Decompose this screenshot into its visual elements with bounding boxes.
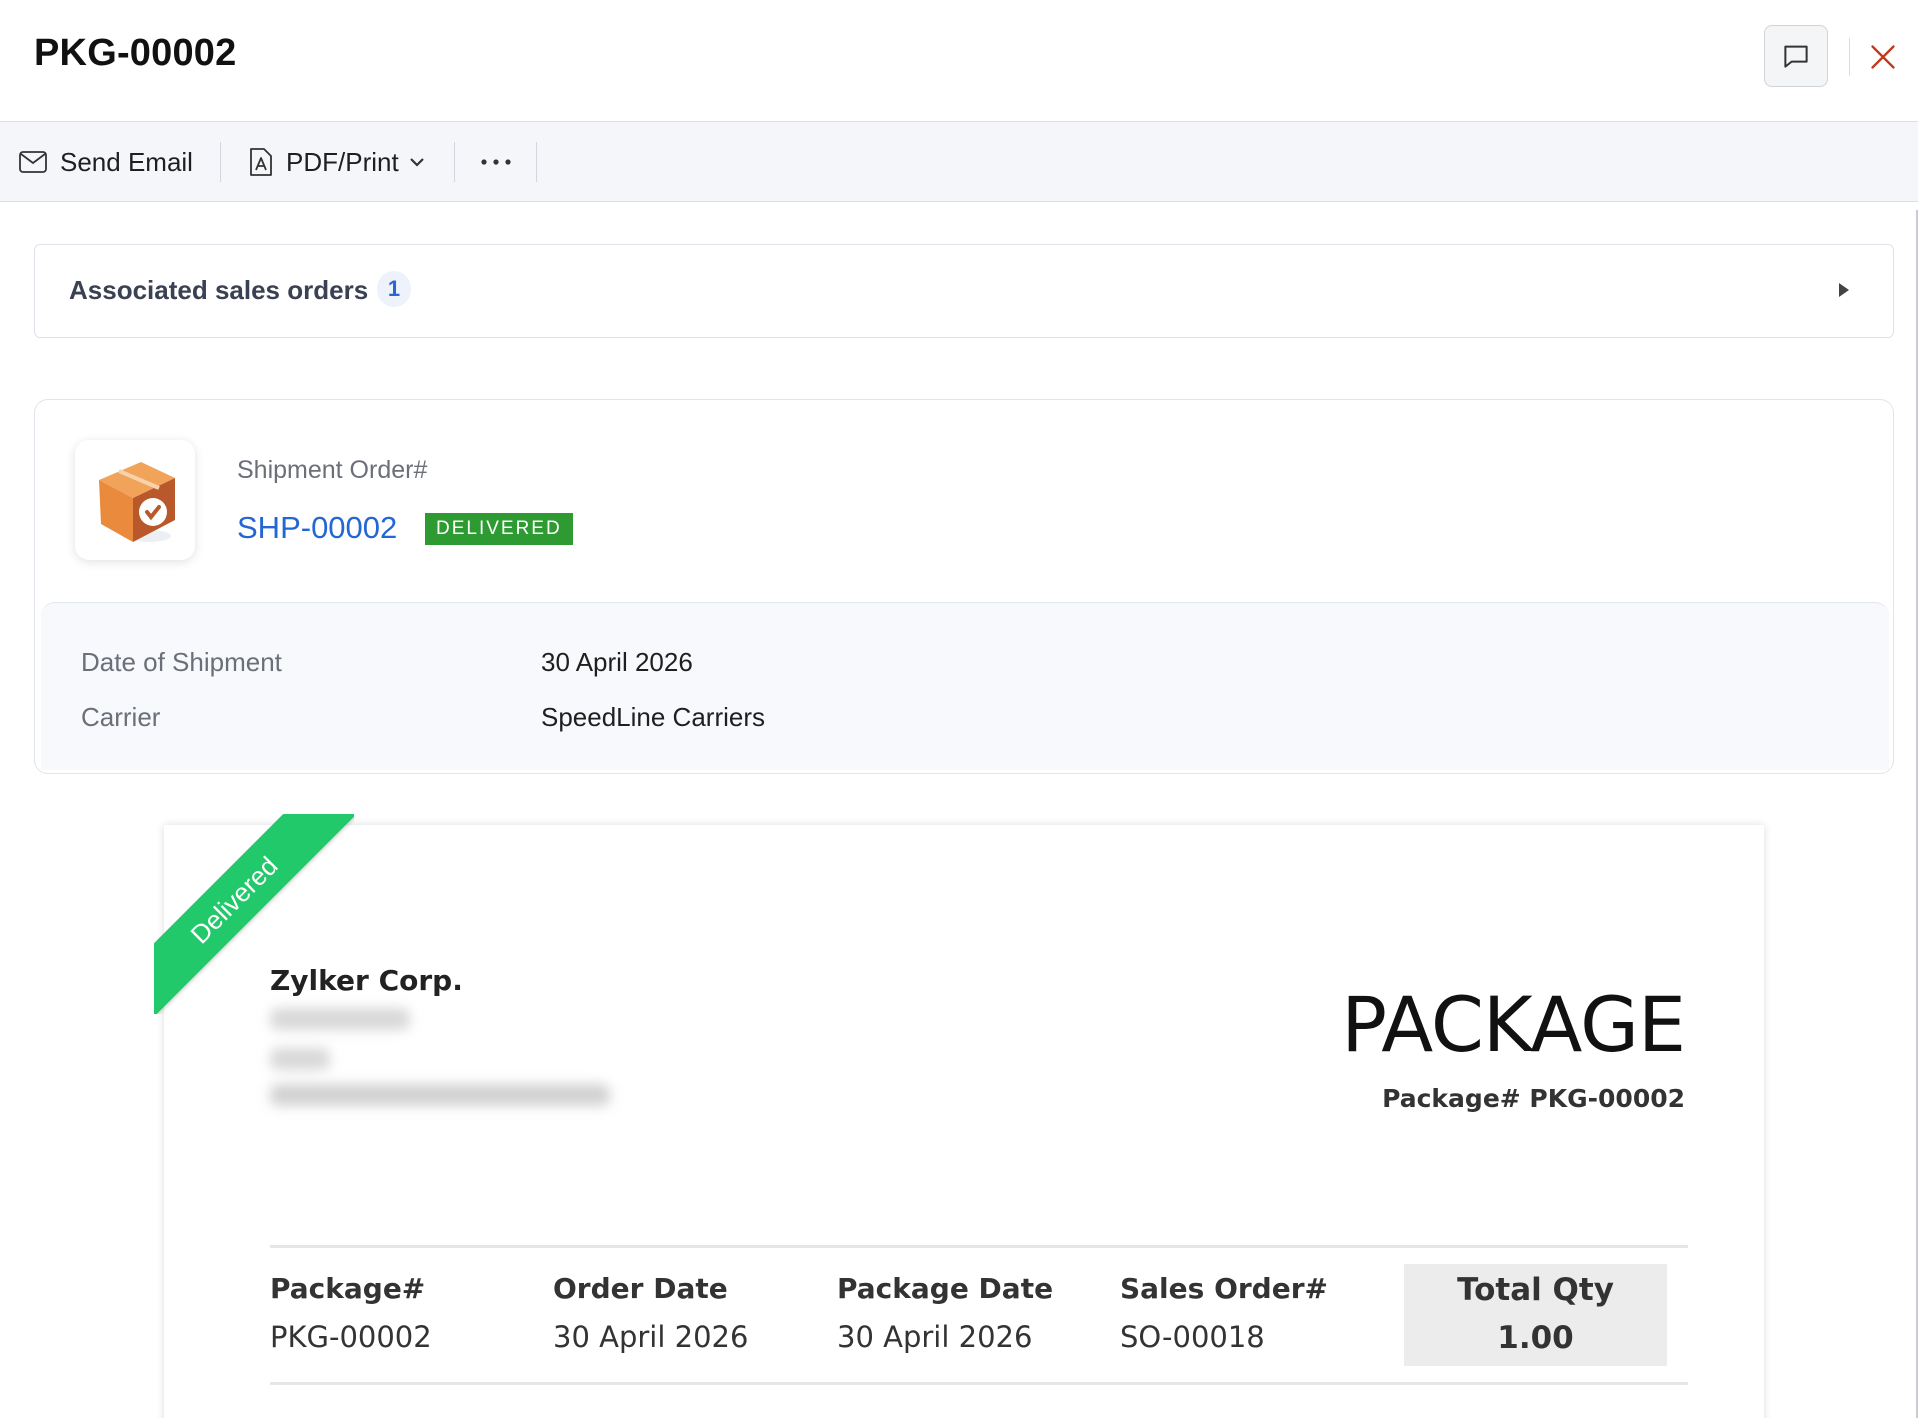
mail-icon [19, 151, 47, 173]
table-top-rule [270, 1245, 1688, 1248]
package-delivered-icon [99, 462, 175, 542]
package-icon-box [75, 440, 195, 560]
toolbar: Send Email PDF/Print [0, 122, 1918, 202]
shipment-card: Shipment Order# SHP-00002 DELIVERED Date… [34, 399, 1894, 774]
header: PKG-00002 [0, 0, 1918, 122]
status-badge: DELIVERED [425, 513, 573, 545]
pdf-print-label: PDF/Print [286, 146, 399, 177]
shipment-details: Date of Shipment 30 April 2026 Carrier S… [41, 602, 1889, 770]
carrier-value: SpeedLine Carriers [541, 702, 766, 732]
pdf-icon [250, 148, 272, 176]
more-options-button[interactable] [480, 122, 524, 202]
comment-button[interactable] [1764, 25, 1828, 87]
table-bottom-rule [270, 1382, 1688, 1385]
associated-sales-orders-label: Associated sales orders [69, 275, 369, 305]
caret-right-icon[interactable] [1837, 281, 1851, 299]
document-title: PACKAGE [1341, 980, 1686, 1069]
redacted-address [270, 1084, 610, 1106]
toolbar-separator [454, 142, 455, 182]
shipment-order-link[interactable]: SHP-00002 [237, 510, 397, 546]
send-email-button[interactable]: Send Email [18, 122, 193, 202]
carrier-label: Carrier [81, 702, 161, 732]
column-header-sales-order: Sales Order# [1120, 1272, 1328, 1305]
header-divider [1849, 38, 1850, 76]
associated-sales-orders-panel[interactable]: Associated sales orders 1 [34, 244, 1894, 338]
page-title: PKG-00002 [34, 32, 237, 74]
company-name: Zylker Corp. [270, 964, 463, 997]
close-icon [1871, 45, 1895, 69]
column-header-order-date: Order Date [553, 1272, 728, 1305]
shipment-order-label: Shipment Order# [237, 456, 428, 484]
send-email-label: Send Email [60, 146, 193, 177]
column-value-package: PKG-00002 [270, 1320, 432, 1354]
toolbar-separator [220, 142, 221, 182]
more-icon [481, 159, 511, 165]
column-value-sales-order: SO-00018 [1120, 1320, 1265, 1354]
close-button[interactable] [1866, 38, 1900, 76]
total-qty-header: Total Qty [1457, 1272, 1614, 1308]
pdf-print-button[interactable]: PDF/Print [248, 122, 425, 202]
total-qty-box: Total Qty 1.00 [1404, 1264, 1667, 1366]
column-header-package: Package# [270, 1272, 426, 1305]
column-value-order-date: 30 April 2026 [553, 1320, 749, 1354]
column-value-package-date: 30 April 2026 [837, 1320, 1033, 1354]
redacted-address [270, 1048, 330, 1070]
comment-icon [1784, 45, 1808, 68]
redacted-address [270, 1008, 410, 1030]
date-of-shipment-value: 30 April 2026 [541, 647, 693, 677]
associated-count-badge: 1 [377, 271, 411, 307]
toolbar-separator [536, 142, 537, 182]
document-package-number: Package# PKG-00002 [1382, 1084, 1685, 1113]
column-header-package-date: Package Date [837, 1272, 1054, 1305]
date-of-shipment-label: Date of Shipment [81, 647, 282, 677]
total-qty-value: 1.00 [1497, 1320, 1574, 1356]
chevron-down-icon [409, 158, 424, 167]
